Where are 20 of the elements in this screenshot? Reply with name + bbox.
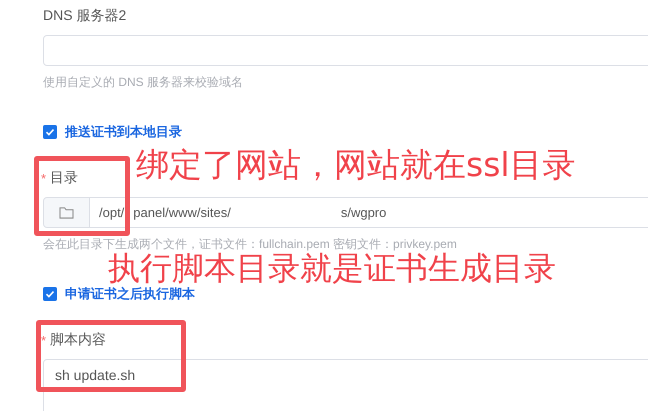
annotation-text: 执行脚本目录就是证书生成目录 [108,252,556,285]
field-hint: 会在此目录下生成两个文件，证书文件：fullchain.pem 密钥文件：privkey.pem [43,238,458,251]
checkbox-label[interactable]: 推送证书到本地目录 [65,123,182,141]
path-field[interactable]: /opt/ panel/www/sites/ s/wgpro [90,197,648,228]
checkmark-icon [44,126,56,138]
folder-icon [59,206,74,219]
checkmark-icon [44,288,56,300]
annotation-text: 绑定了网站，网站就在ssl目录 [136,146,576,184]
input-field[interactable] [43,35,648,66]
required-mark: * [41,170,46,186]
required-mark: * [41,332,46,348]
checkbox[interactable] [43,287,57,301]
folder-button[interactable] [43,197,90,228]
field-label: 目录 [50,169,78,187]
field-label: 脚本内容 [50,331,106,349]
script-textarea[interactable]: sh update.sh [43,359,648,411]
checkbox[interactable] [43,125,57,139]
field-label: DNS 服务器2 [43,7,126,25]
field-hint: 使用自定义的 DNS 服务器来校验域名 [43,76,244,89]
checkbox-label[interactable]: 申请证书之后执行脚本 [65,285,195,303]
